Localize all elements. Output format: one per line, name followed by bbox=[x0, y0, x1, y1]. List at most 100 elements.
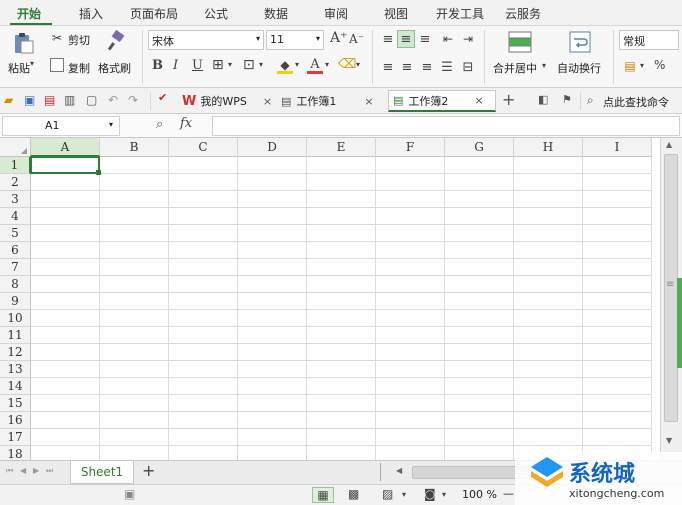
close-icon[interactable]: × bbox=[263, 95, 272, 108]
chevron-down-icon[interactable]: ▾ bbox=[640, 62, 644, 70]
column-header[interactable]: H bbox=[514, 138, 583, 157]
currency-icon[interactable]: ▤ bbox=[622, 58, 638, 74]
menu-tab-formulas[interactable]: 公式 bbox=[204, 5, 228, 22]
cell[interactable] bbox=[238, 174, 307, 191]
column-header[interactable]: G bbox=[445, 138, 514, 157]
cell[interactable] bbox=[583, 191, 652, 208]
copy-button[interactable]: 复制 bbox=[68, 60, 90, 76]
cell[interactable] bbox=[583, 259, 652, 276]
cell[interactable] bbox=[31, 378, 100, 395]
cell[interactable] bbox=[238, 344, 307, 361]
paste-label[interactable]: 粘贴 bbox=[8, 60, 30, 76]
chevron-down-icon[interactable]: ▾ bbox=[542, 62, 546, 70]
cell[interactable] bbox=[307, 293, 376, 310]
number-format-select[interactable]: 常规 bbox=[619, 30, 679, 50]
chevron-down-icon[interactable]: ▾ bbox=[109, 120, 113, 129]
cell[interactable] bbox=[445, 242, 514, 259]
cell[interactable] bbox=[169, 361, 238, 378]
command-search-input[interactable]: 点此查找命令 bbox=[603, 94, 669, 110]
side-panel-toggle[interactable] bbox=[677, 278, 682, 368]
cell[interactable] bbox=[307, 191, 376, 208]
cell[interactable] bbox=[376, 395, 445, 412]
menu-tab-view[interactable]: 视图 bbox=[384, 5, 408, 22]
cell[interactable] bbox=[445, 174, 514, 191]
row-header[interactable]: 7 bbox=[0, 259, 31, 276]
align-left-icon[interactable]: ≡ bbox=[380, 59, 396, 75]
font-color-button[interactable]: A bbox=[306, 56, 324, 76]
cell[interactable] bbox=[238, 191, 307, 208]
cell[interactable] bbox=[169, 395, 238, 412]
format-painter-button[interactable] bbox=[104, 28, 128, 54]
italic-button[interactable]: I bbox=[173, 59, 178, 72]
cell[interactable] bbox=[583, 225, 652, 242]
cell[interactable] bbox=[31, 395, 100, 412]
cell[interactable] bbox=[100, 446, 169, 460]
cell[interactable] bbox=[583, 412, 652, 429]
cell[interactable] bbox=[100, 174, 169, 191]
new-tab-button[interactable]: + bbox=[502, 92, 515, 108]
cell[interactable] bbox=[583, 174, 652, 191]
wrap-text-label[interactable]: 自动换行 bbox=[557, 60, 601, 76]
distributed-align-icon[interactable]: ⊟ bbox=[460, 59, 476, 75]
undo-icon[interactable]: ↶ bbox=[108, 94, 118, 106]
cell[interactable] bbox=[514, 242, 583, 259]
macro-record-icon[interactable]: ▣ bbox=[124, 488, 135, 500]
align-middle-icon[interactable]: ≡ bbox=[397, 30, 415, 48]
doc-tab-workbook2[interactable]: ▤ 工作簿2 × bbox=[388, 90, 496, 112]
cell[interactable] bbox=[31, 344, 100, 361]
paste-dropdown-icon[interactable]: ▾ bbox=[30, 60, 34, 68]
cell[interactable] bbox=[100, 293, 169, 310]
cell[interactable] bbox=[445, 276, 514, 293]
cell[interactable] bbox=[169, 191, 238, 208]
doc-tool-icon[interactable]: ◧ bbox=[538, 94, 548, 105]
selected-cell-outline[interactable] bbox=[30, 156, 101, 175]
cell[interactable] bbox=[307, 242, 376, 259]
cell[interactable] bbox=[307, 344, 376, 361]
cell[interactable] bbox=[583, 344, 652, 361]
cell[interactable] bbox=[376, 429, 445, 446]
row-header[interactable]: 10 bbox=[0, 310, 31, 327]
cell[interactable] bbox=[376, 344, 445, 361]
cell[interactable] bbox=[583, 310, 652, 327]
cell[interactable] bbox=[376, 378, 445, 395]
cell[interactable] bbox=[100, 242, 169, 259]
increase-indent-icon[interactable]: ⇥ bbox=[460, 31, 476, 47]
column-header[interactable]: B bbox=[100, 138, 169, 157]
page-layout-view-icon[interactable]: ▨ bbox=[382, 488, 393, 500]
align-justify-icon[interactable]: ☰ bbox=[439, 59, 455, 75]
row-header[interactable]: 8 bbox=[0, 276, 31, 293]
cell[interactable] bbox=[514, 361, 583, 378]
cell[interactable] bbox=[100, 157, 169, 174]
cell[interactable] bbox=[169, 327, 238, 344]
zoom-out-button[interactable]: — bbox=[503, 487, 514, 500]
chevron-down-icon[interactable]: ▾ bbox=[442, 491, 446, 499]
font-name-select[interactable]: 宋体 ▾ bbox=[148, 30, 264, 50]
cell[interactable] bbox=[169, 293, 238, 310]
cell[interactable] bbox=[514, 208, 583, 225]
cell[interactable] bbox=[376, 446, 445, 460]
chevron-down-icon[interactable]: ▾ bbox=[295, 61, 299, 69]
reading-mode-icon[interactable]: ◙ bbox=[424, 488, 436, 500]
print-icon[interactable]: ▥ bbox=[64, 94, 75, 106]
cell[interactable] bbox=[31, 242, 100, 259]
last-sheet-icon[interactable]: ⏭ bbox=[46, 467, 53, 475]
cell[interactable] bbox=[238, 429, 307, 446]
cell[interactable] bbox=[445, 208, 514, 225]
cell[interactable] bbox=[100, 378, 169, 395]
cell[interactable] bbox=[31, 293, 100, 310]
cell[interactable] bbox=[583, 429, 652, 446]
cell[interactable] bbox=[307, 446, 376, 460]
align-bottom-icon[interactable]: ≡ bbox=[417, 31, 433, 47]
cell[interactable] bbox=[169, 208, 238, 225]
cell[interactable] bbox=[238, 395, 307, 412]
cell[interactable] bbox=[445, 412, 514, 429]
cell[interactable] bbox=[445, 293, 514, 310]
cell[interactable] bbox=[238, 242, 307, 259]
cell[interactable] bbox=[307, 412, 376, 429]
close-icon[interactable]: × bbox=[364, 95, 373, 108]
cell[interactable] bbox=[238, 157, 307, 174]
cell[interactable] bbox=[31, 310, 100, 327]
cell[interactable] bbox=[31, 446, 100, 460]
cell[interactable] bbox=[238, 225, 307, 242]
cell[interactable] bbox=[100, 361, 169, 378]
